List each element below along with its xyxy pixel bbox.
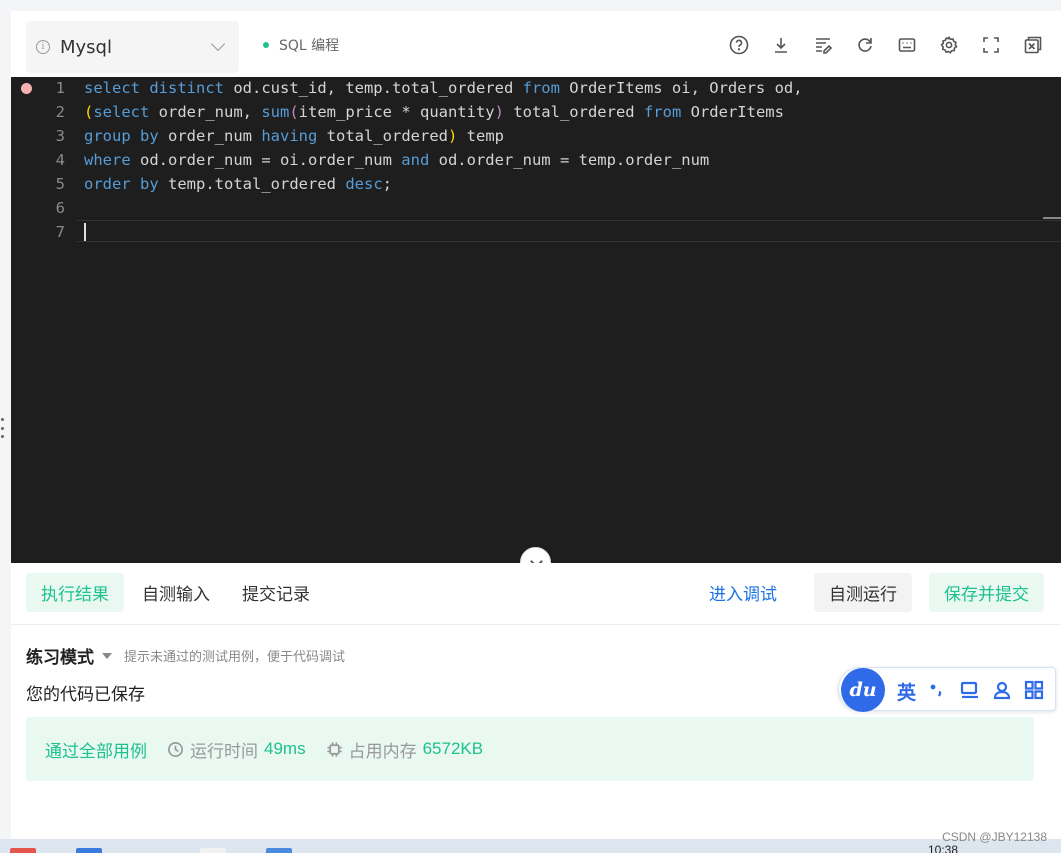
punctuation-icon[interactable] <box>927 679 949 701</box>
tab-custom-input[interactable]: 自测输入 <box>127 573 225 612</box>
line-number: 4 <box>55 151 65 169</box>
clock-icon <box>168 741 183 757</box>
format-icon[interactable] <box>813 35 833 55</box>
runtime-metric: 运行时间 49ms <box>167 737 306 762</box>
code-line: 4 where od.order_num = oi.order_num and … <box>11 149 1061 173</box>
toolbar-icons <box>729 35 1043 55</box>
close-window-icon[interactable] <box>1023 35 1043 55</box>
result-tabbar: 执行结果 自测输入 提交记录 进入调试 自测运行 保存并提交 <box>11 563 1061 625</box>
refresh-icon[interactable] <box>855 35 875 55</box>
code-line: 6 <box>11 197 1061 221</box>
breakpoint-dot[interactable] <box>21 83 32 94</box>
code-text: order by temp.total_ordered desc; <box>84 175 392 193</box>
code-line: 7 <box>11 221 1061 245</box>
tab-result[interactable]: 执行结果 <box>26 573 124 612</box>
status-dot <box>263 42 269 48</box>
user-icon[interactable] <box>991 679 1013 701</box>
help-icon[interactable] <box>729 35 749 55</box>
language-select[interactable]: i Mysql <box>26 21 239 73</box>
debug-button[interactable]: 进入调试 <box>694 573 792 612</box>
ime-toolbar[interactable]: du 英 <box>838 667 1056 712</box>
practice-hint: 提示未通过的测试用例，便于代码调试 <box>124 649 346 664</box>
app-root: i Mysql SQL 编程 1 select distinct od.cust… <box>0 0 1061 853</box>
mode-indicator: SQL 编程 <box>263 35 339 55</box>
chevron-down-icon <box>210 36 226 52</box>
result-summary: 通过全部用例 运行时间 49ms 占用内存 6572KB <box>26 717 1034 781</box>
tab-history[interactable]: 提交记录 <box>227 573 325 612</box>
taskbar-app-icon[interactable] <box>200 848 226 853</box>
taskbar-app-icon[interactable] <box>76 848 102 853</box>
text-cursor <box>84 223 86 241</box>
keyboard-icon[interactable] <box>959 679 981 701</box>
code-line: 1 select distinct od.cust_id, temp.total… <box>11 77 1061 101</box>
code-text: (select order_num, sum(item_price * quan… <box>84 103 784 121</box>
os-taskbar <box>0 839 1061 853</box>
resize-handle[interactable] <box>1 418 5 438</box>
ime-logo[interactable]: du <box>841 668 885 712</box>
runtime-label: 运行时间 <box>190 741 258 761</box>
memory-value: 6572KB <box>422 739 484 758</box>
practice-mode-label: 练习模式 <box>26 648 94 667</box>
self-run-button[interactable]: 自测运行 <box>814 573 912 612</box>
code-editor[interactable]: 1 select distinct od.cust_id, temp.total… <box>11 77 1061 563</box>
mode-label: SQL 编程 <box>279 38 340 54</box>
saved-message: 您的代码已保存 <box>26 685 145 704</box>
line-number: 1 <box>55 79 65 97</box>
code-line: 5 order by temp.total_ordered desc; <box>11 173 1061 197</box>
practice-mode[interactable]: 练习模式 提示未通过的测试用例，便于代码调试 <box>26 643 345 668</box>
code-line: 3 group by order_num having total_ordere… <box>11 125 1061 149</box>
save-submit-button[interactable]: 保存并提交 <box>929 573 1044 612</box>
scrollbar-marker[interactable] <box>1043 217 1061 219</box>
line-number: 2 <box>55 103 65 121</box>
keyboard-icon[interactable] <box>897 35 917 55</box>
code-text: where od.order_num = oi.order_num and od… <box>84 151 710 169</box>
chip-icon <box>326 741 342 757</box>
language-label: Mysql <box>60 36 112 58</box>
line-number: 5 <box>55 175 65 193</box>
settings-icon[interactable] <box>939 35 959 55</box>
editor-toolbar: i Mysql SQL 编程 <box>11 11 1061 77</box>
watermark: CSDN @JBY12138 <box>942 830 1047 844</box>
line-number: 6 <box>55 199 65 217</box>
download-icon[interactable] <box>771 35 791 55</box>
memory-metric: 占用内存 6572KB <box>326 737 484 762</box>
grid-menu-icon[interactable] <box>1023 679 1045 701</box>
caret-down-icon <box>102 652 112 659</box>
code-text: group by order_num having total_ordered)… <box>84 127 505 145</box>
taskbar-clock: 10:38 <box>928 843 959 853</box>
fullscreen-icon[interactable] <box>981 35 1001 55</box>
line-number: 7 <box>55 223 65 241</box>
code-text: select distinct od.cust_id, temp.total_o… <box>84 79 803 97</box>
line-number: 3 <box>55 127 65 145</box>
runtime-value: 49ms <box>264 739 306 758</box>
taskbar-app-icon[interactable] <box>266 848 292 853</box>
taskbar-app-icon[interactable] <box>10 848 36 853</box>
info-icon: i <box>36 40 50 54</box>
pass-label: 通过全部用例 <box>45 741 147 761</box>
ime-language-toggle[interactable]: 英 <box>897 678 916 705</box>
code-line: 2 (select order_num, sum(item_price * qu… <box>11 101 1061 125</box>
memory-label: 占用内存 <box>348 741 417 761</box>
